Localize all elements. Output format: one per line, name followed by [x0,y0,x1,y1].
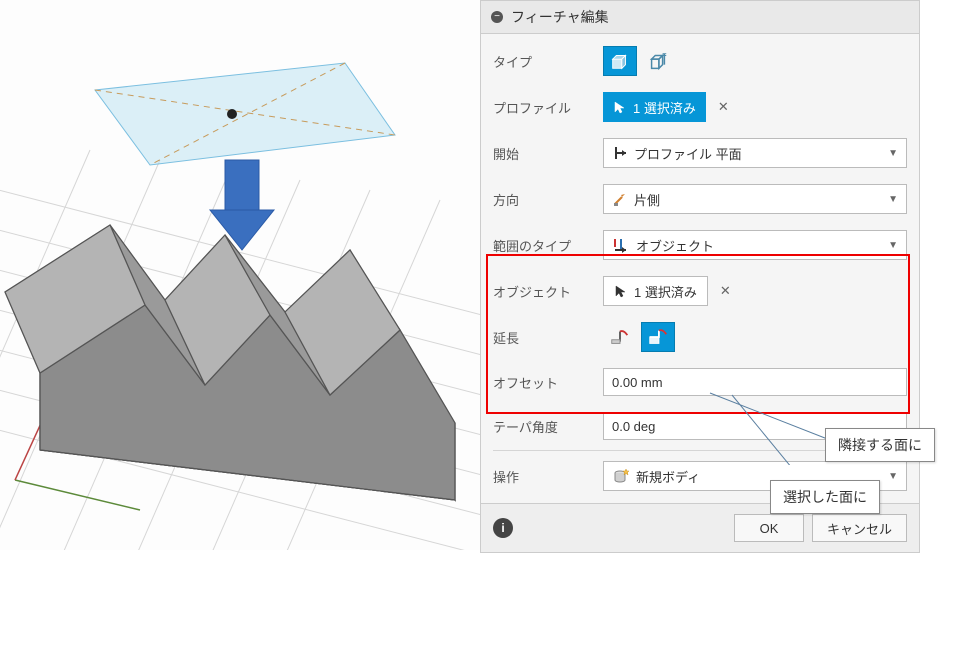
label-extend: 延長 [493,328,603,347]
label-profile: プロファイル [493,98,603,117]
row-direction: 方向 片側 ▼ [481,176,919,222]
extent-type-value: オブジェクト [636,236,714,255]
label-operation: 操作 [493,467,603,486]
cursor-icon [614,284,628,298]
direction-dropdown[interactable]: 片側 ▼ [603,184,907,214]
label-object: オブジェクト [493,282,603,301]
collapse-icon[interactable]: − [491,11,503,23]
row-extent-type: 範囲のタイプ オブジェクト ▼ [481,222,919,268]
row-type: タイプ [481,38,919,84]
extrude-solid-icon [609,50,631,72]
panel-header[interactable]: − フィーチャ編集 [481,1,919,34]
caret-icon: ▼ [888,194,898,205]
row-start: 開始 プロファイル 平面 ▼ [481,130,919,176]
extend-to-adjacent-face-button[interactable] [641,322,675,352]
object-selection-chip[interactable]: 1 選択済み [603,276,708,306]
callout-selected-text: 選択した面に [783,489,867,505]
start-value: プロファイル 平面 [634,144,742,163]
extend-to-selected-face-button[interactable] [603,322,637,352]
label-taper: テーパ角度 [493,417,603,436]
profile-clear-button[interactable]: ✕ [710,99,737,115]
ok-label: OK [760,521,779,536]
profile-selection-chip[interactable]: 1 選択済み [603,92,706,122]
extent-type-dropdown[interactable]: オブジェクト ▼ [603,230,907,260]
cancel-label: キャンセル [827,519,892,538]
row-profile: プロファイル 1 選択済み ✕ [481,84,919,130]
direction-value: 片側 [634,190,660,209]
label-direction: 方向 [493,190,603,209]
feature-edit-panel: − フィーチャ編集 タイプ [480,0,920,553]
callout-selected-face: 選択した面に [770,480,880,514]
to-adjacent-face-icon [647,326,669,348]
profile-chip-text: 1 選択済み [633,98,696,117]
extrude-thin-icon [647,50,669,72]
panel-title: フィーチャ編集 [511,7,609,27]
operation-value: 新規ボディ [636,467,700,486]
to-object-icon [612,236,630,254]
one-side-icon [612,191,628,207]
object-chip-text: 1 選択済み [634,282,697,301]
type-thin-extrude-button[interactable] [641,46,675,76]
label-extent-type: 範囲のタイプ [493,236,603,255]
caret-icon: ▼ [888,471,898,482]
new-body-icon [612,467,630,485]
viewport-3d [0,0,480,550]
callout-adjacent-text: 隣接する面に [838,437,922,453]
ok-button[interactable]: OK [734,514,804,542]
info-button[interactable]: i [493,518,513,538]
row-extend: 延長 [481,314,919,360]
type-extrude-button[interactable] [603,46,637,76]
row-object: オブジェクト 1 選択済み ✕ [481,268,919,314]
label-start: 開始 [493,144,603,163]
profile-plane-icon [612,145,628,161]
caret-icon: ▼ [888,148,898,159]
start-dropdown[interactable]: プロファイル 平面 ▼ [603,138,907,168]
cancel-button[interactable]: キャンセル [812,514,907,542]
callout-leader-lines [700,385,840,465]
label-offset: オフセット [493,373,603,392]
cursor-icon [613,100,627,114]
callout-adjacent-face: 隣接する面に [825,428,935,462]
label-type: タイプ [493,52,603,71]
to-selected-face-icon [609,326,631,348]
object-clear-button[interactable]: ✕ [712,283,739,299]
caret-icon: ▼ [888,240,898,251]
